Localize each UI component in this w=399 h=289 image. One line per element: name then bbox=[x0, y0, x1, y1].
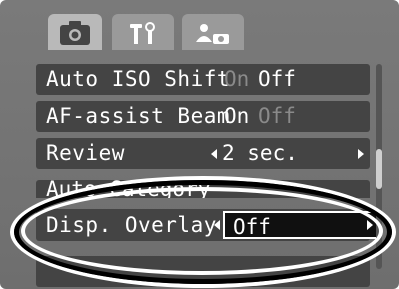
setup-tools-icon bbox=[130, 22, 155, 44]
option-on[interactable]: On bbox=[224, 101, 249, 132]
scrollbar-thumb[interactable] bbox=[376, 149, 382, 189]
option-off[interactable]: Off bbox=[258, 64, 296, 95]
menu-row-label: Review bbox=[46, 141, 125, 165]
menu-row-auto-iso-shift[interactable]: Auto ISO Shift On Off bbox=[36, 64, 370, 95]
menu-tab-bar bbox=[0, 0, 399, 56]
camera-menu-screen: Auto ISO Shift On Off AF-assist Beam On … bbox=[0, 0, 399, 289]
menu-row-label: Auto ISO Shift bbox=[46, 67, 231, 91]
chevron-left-icon[interactable] bbox=[211, 149, 217, 159]
highlight-ring-inner bbox=[21, 187, 383, 275]
option-on[interactable]: On bbox=[224, 64, 249, 95]
review-value: 2 sec. bbox=[222, 141, 298, 165]
menu-row-af-assist-beam[interactable]: AF-assist Beam On Off bbox=[36, 101, 370, 132]
menu-row-review[interactable]: Review 2 sec. bbox=[36, 138, 370, 169]
tab-shooting[interactable] bbox=[48, 14, 102, 50]
camera-icon bbox=[60, 21, 90, 45]
tab-my-camera[interactable] bbox=[182, 14, 244, 50]
my-camera-icon bbox=[196, 24, 229, 44]
tab-setup[interactable] bbox=[112, 14, 174, 50]
chevron-right-icon[interactable] bbox=[358, 149, 364, 159]
option-off[interactable]: Off bbox=[258, 101, 296, 132]
menu-row-label: AF-assist Beam bbox=[46, 104, 231, 128]
